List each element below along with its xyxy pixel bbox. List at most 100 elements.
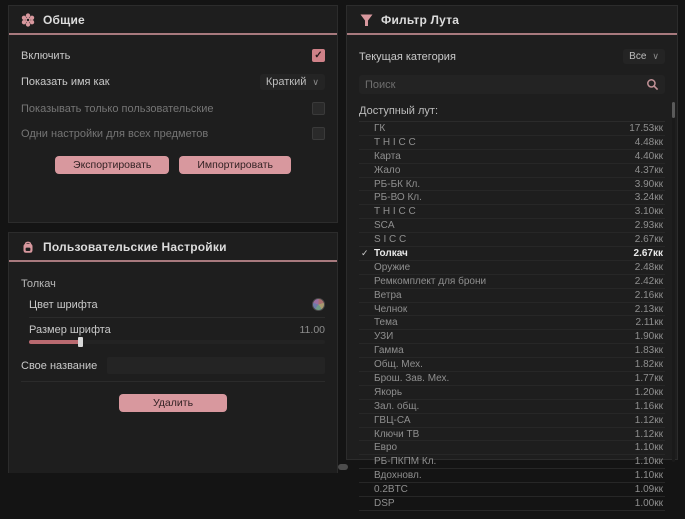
loot-item-value: 2.11кк (636, 317, 663, 328)
loot-item-name: Толкач (374, 248, 634, 259)
loot-item-value: 2.67кк (635, 234, 663, 245)
loot-list-item[interactable]: SCA 2.93кк (359, 219, 665, 233)
category-label: Текущая категория (359, 51, 456, 63)
font-size-slider[interactable] (29, 340, 325, 344)
loot-list-item[interactable]: Якорь 1.20кк (359, 386, 665, 400)
font-color-label: Цвет шрифта (29, 299, 98, 311)
loot-list-item[interactable]: 0.2BTC 1.09кк (359, 483, 665, 497)
loot-item-value: 1.77кк (635, 373, 663, 384)
loot-item-value: 1.20кк (635, 387, 663, 398)
only-custom-checkbox[interactable] (312, 102, 325, 115)
loot-item-name: SCA (374, 220, 635, 231)
loot-item-value: 1.10кк (635, 470, 663, 481)
loot-list-item[interactable]: ГВЦ-СА 1.12кк (359, 414, 665, 428)
loot-list-item[interactable]: Вдохновл. 1.10кк (359, 469, 665, 483)
category-dropdown[interactable]: Все ∨ (623, 49, 665, 64)
loot-item-name: Челнок (374, 304, 635, 315)
loot-list-item[interactable]: РБ-ВО Кл. 3.24кк (359, 191, 665, 205)
loot-list-item[interactable]: Челнок 2.13кк (359, 303, 665, 317)
loot-item-name: Евро (374, 442, 635, 453)
loot-item-name: РБ-БК Кл. (374, 179, 635, 190)
loot-item-name: Ключи ТВ (374, 429, 635, 440)
search-placeholder: Поиск (365, 79, 646, 91)
loot-item-name: Зал. общ. (374, 401, 635, 412)
loot-list-item[interactable]: DSP 1.00кк (359, 497, 665, 511)
only-custom-label: Показывать только пользовательские (21, 103, 214, 115)
loot-item-name: ГК (374, 123, 629, 134)
slider-fill (29, 340, 81, 344)
show-name-value: Краткий (266, 76, 307, 88)
loot-item-value: 4.40кк (635, 151, 663, 162)
loot-list-item[interactable]: РБ-ПКПМ Кл. 1.10кк (359, 455, 665, 469)
loot-item-value: 4.48кк (635, 137, 663, 148)
loot-item-value: 1.90кк (635, 331, 663, 342)
search-input[interactable]: Поиск (359, 75, 665, 94)
loot-item-name: Т Н I С С (374, 137, 635, 148)
loot-list-item[interactable]: Зал. общ. 1.16кк (359, 400, 665, 414)
custom-name-input[interactable] (107, 357, 325, 374)
search-icon[interactable] (646, 78, 659, 91)
loot-list-item[interactable]: Тема 2.11кк (359, 316, 665, 330)
loot-list-item[interactable]: ГК 17.53кк (359, 122, 665, 136)
loot-item-name: Ремкомплект для брони (374, 276, 635, 287)
loot-item-value: 2.42кк (635, 276, 663, 287)
panel-title: Общие (43, 13, 85, 27)
loot-item-value: 1.10кк (635, 442, 663, 453)
loot-panel-header: Фильтр Лута (347, 6, 677, 35)
loot-item-value: 3.24кк (635, 192, 663, 203)
loot-list-item[interactable]: Оружие 2.48кк (359, 261, 665, 275)
chevron-down-icon: ∨ (312, 78, 319, 87)
loot-list-item[interactable]: Т Н I С С 3.10кк (359, 205, 665, 219)
loot-filter-panel: Фильтр Лута Текущая категория Все ∨ Поис… (346, 5, 678, 460)
loot-list-item[interactable]: Гамма 1.83кк (359, 344, 665, 358)
funnel-icon (359, 13, 373, 27)
loot-item-name: Вдохновл. (374, 470, 635, 481)
loot-item-value: 4.37кк (635, 165, 663, 176)
selected-item-label: Толкач (21, 270, 325, 292)
slider-handle[interactable] (78, 337, 83, 347)
loot-item-value: 1.16кк (635, 401, 663, 412)
loot-item-name: УЗИ (374, 331, 635, 342)
delete-button[interactable]: Удалить (119, 394, 227, 412)
loot-list-item[interactable]: Жало 4.37кк (359, 164, 665, 178)
font-size-value: 11.00 (300, 324, 326, 336)
loot-list-item[interactable]: Ремкомплект для брони 2.42кк (359, 275, 665, 289)
loot-item-value: 17.53кк (629, 123, 663, 134)
loot-list-item[interactable]: РБ-БК Кл. 3.90кк (359, 178, 665, 192)
same-settings-checkbox[interactable] (312, 127, 325, 140)
panel-title: Пользовательские Настройки (43, 240, 227, 254)
loot-list-item[interactable]: Т Н I С С 4.48кк (359, 136, 665, 150)
show-name-label: Показать имя как (21, 76, 110, 88)
export-button[interactable]: Экспортировать (55, 156, 169, 174)
loot-list-item[interactable]: Брош. Зав. Мех. 1.77кк (359, 372, 665, 386)
loot-item-name: S I С С (374, 234, 635, 245)
loot-item-name: 0.2BTC (374, 484, 635, 495)
loot-list-item[interactable]: Ветра 2.16кк (359, 289, 665, 303)
loot-item-value: 1.12кк (635, 429, 663, 440)
color-picker-icon[interactable] (312, 298, 325, 311)
loot-list-item[interactable]: Общ. Мех. 1.82кк (359, 358, 665, 372)
loot-item-name: Ветра (374, 290, 635, 301)
loot-list-item[interactable]: Евро 1.10кк (359, 441, 665, 455)
custom-panel-header: Пользовательские Настройки (9, 233, 337, 262)
loot-item-name: Брош. Зав. Мех. (374, 373, 635, 384)
backpack-icon (21, 240, 35, 254)
loot-list-item[interactable]: S I С С 2.67кк (359, 233, 665, 247)
list-scrollbar-thumb[interactable] (672, 102, 675, 118)
loot-item-name: DSP (374, 498, 635, 509)
category-value: Все (629, 51, 646, 62)
enable-checkbox[interactable]: ✓ (312, 49, 325, 62)
import-button[interactable]: Импортировать (179, 156, 291, 174)
page-scrollbar-thumb[interactable] (338, 464, 348, 470)
general-panel-header: Общие (9, 6, 337, 35)
loot-item-name: Т Н I С С (374, 206, 635, 217)
loot-item-name: Якорь (374, 387, 635, 398)
loot-item-name: Оружие (374, 262, 635, 273)
loot-item-value: 2.67кк (634, 248, 663, 259)
list-scrollbar[interactable] (672, 102, 675, 462)
loot-list-item[interactable]: ✓ Толкач 2.67кк (359, 247, 665, 261)
loot-list-item[interactable]: Карта 4.40кк (359, 150, 665, 164)
loot-list-item[interactable]: Ключи ТВ 1.12кк (359, 428, 665, 442)
loot-list-item[interactable]: УЗИ 1.90кк (359, 330, 665, 344)
show-name-dropdown[interactable]: Краткий ∨ (260, 74, 325, 90)
